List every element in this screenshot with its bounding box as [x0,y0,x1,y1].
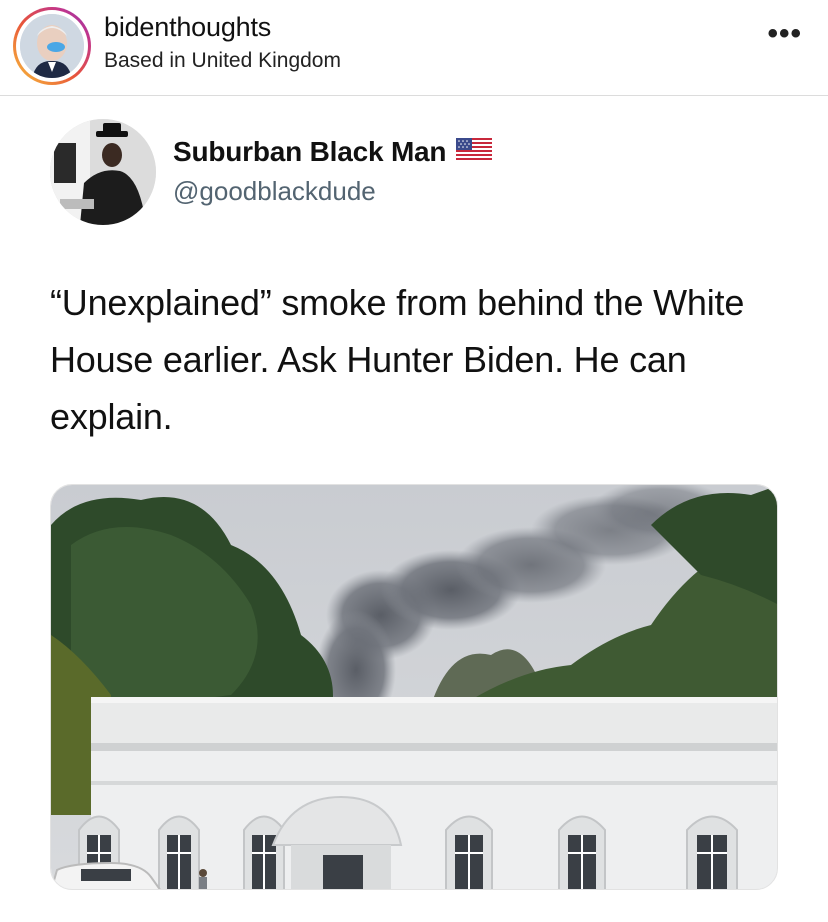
tweet-text: “Unexplained” smoke from behind the Whit… [50,282,745,437]
post-header: bidenthoughts Based in United Kingdom ••… [0,0,828,96]
white-house-smoke-photo [51,485,777,889]
tweet-author-row: Suburban Black Man [173,136,493,168]
tweet-author-avatar [50,119,156,225]
author-name[interactable]: Suburban Black Man [173,136,447,168]
location-label[interactable]: Based in United Kingdom [104,49,341,73]
story-ring[interactable] [13,7,91,85]
us-flag-icon [456,137,493,167]
more-horizontal-icon[interactable]: ••• [767,19,802,49]
tweet-media-photo[interactable] [50,484,778,890]
author-handle[interactable]: @goodblackdude [173,176,376,207]
username[interactable]: bidenthoughts [104,12,271,43]
author-photo [50,119,156,225]
profile-avatar[interactable] [20,14,84,78]
avatar-image [20,14,84,78]
